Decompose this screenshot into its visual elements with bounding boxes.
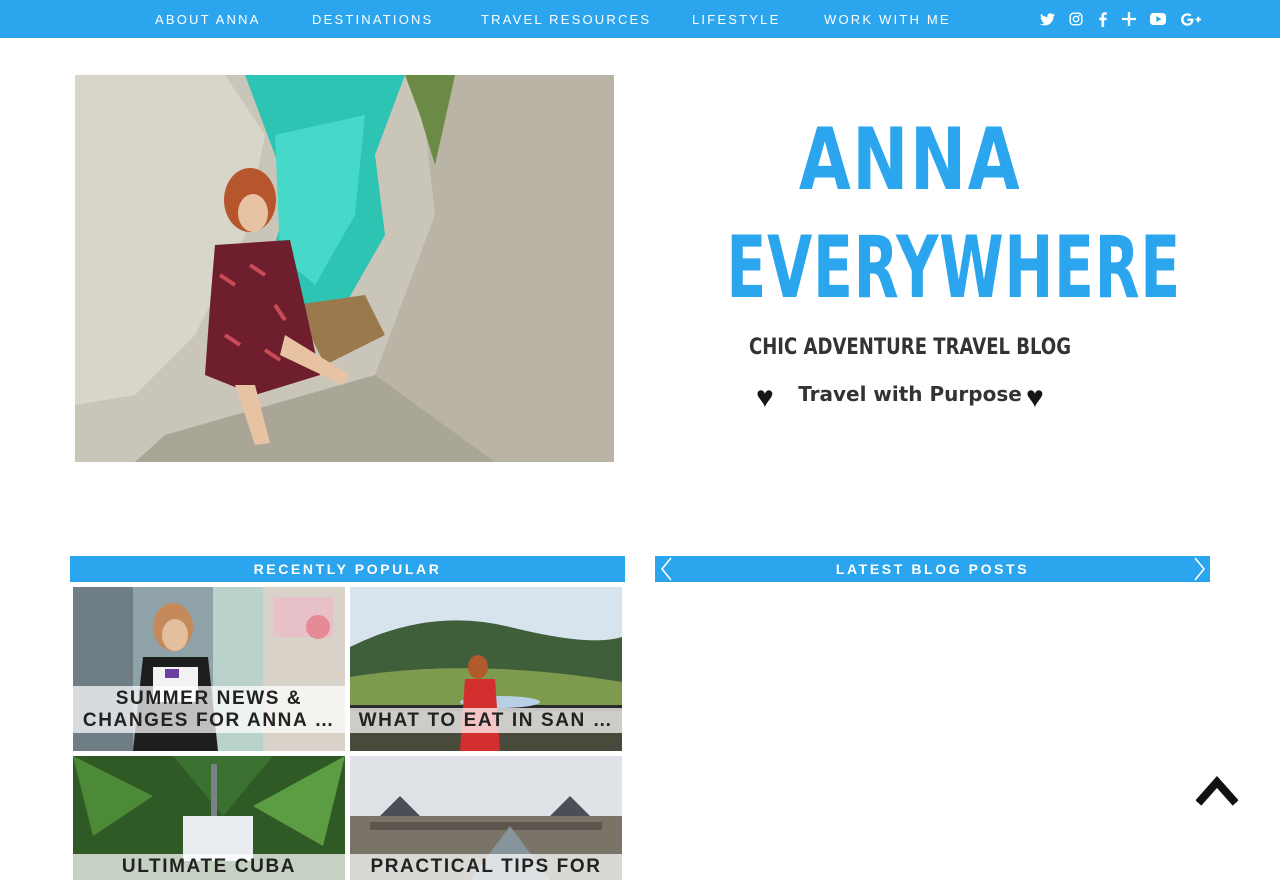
bloglovin-icon[interactable] <box>1119 9 1139 29</box>
carousel-next-icon[interactable] <box>1190 556 1210 582</box>
twitter-icon[interactable] <box>1037 9 1057 29</box>
popular-post-title: PRACTICAL TIPS FOR <box>350 854 622 880</box>
popular-post-tile[interactable]: PRACTICAL TIPS FOR <box>350 756 622 880</box>
popular-post-tile[interactable]: SUMMER NEWS & CHANGES FOR ANNA … <box>73 587 345 751</box>
nav-destinations[interactable]: DESTINATIONS <box>312 12 434 27</box>
logo-tagline: CHIC ADVENTURE TRAVEL BLOG <box>748 335 1072 360</box>
hero-photo <box>75 75 614 462</box>
latest-blog-posts-heading: LATEST BLOG POSTS <box>655 556 1210 582</box>
popular-post-title: ULTIMATE CUBA <box>73 854 345 880</box>
popular-post-title-line: CHANGES FOR ANNA … <box>82 710 336 731</box>
logo-title-line-2: EVERYWHERE <box>726 218 1181 318</box>
logo-title-line-1: ANNA <box>798 110 1022 210</box>
google-plus-icon[interactable] <box>1181 9 1201 29</box>
nav-about-anna[interactable]: ABOUT ANNA <box>155 12 261 27</box>
popular-post-title-line: ULTIMATE CUBA <box>121 856 297 877</box>
popular-post-title: WHAT TO EAT IN SAN … <box>350 708 622 733</box>
chevron-up-icon <box>1195 775 1239 806</box>
popular-post-tile[interactable]: ULTIMATE CUBA <box>73 756 345 880</box>
carousel-prev-icon[interactable] <box>656 556 676 582</box>
popular-post-title-line: WHAT TO EAT IN SAN … <box>358 710 614 731</box>
popular-post-title-line: PRACTICAL TIPS FOR <box>370 856 602 877</box>
nav-travel-resources[interactable]: TRAVEL RESOURCES <box>481 12 651 27</box>
back-to-top-button[interactable] <box>1195 772 1239 806</box>
heart-icon: ♥ <box>1026 381 1044 414</box>
top-navbar: ABOUT ANNA DESTINATIONS TRAVEL RESOURCES… <box>0 0 1280 38</box>
youtube-icon[interactable] <box>1148 9 1168 29</box>
nav-work-with-me[interactable]: WORK WITH ME <box>824 12 951 27</box>
recently-popular-heading: RECENTLY POPULAR <box>70 556 625 582</box>
facebook-icon[interactable] <box>1093 9 1113 29</box>
popular-post-title-line: SUMMER NEWS & <box>115 688 303 709</box>
logo-motto: Travel with Purpose <box>798 382 1022 406</box>
instagram-icon[interactable] <box>1066 9 1086 29</box>
popular-post-title: SUMMER NEWS & CHANGES FOR ANNA … <box>73 686 345 733</box>
popular-post-tile[interactable]: WHAT TO EAT IN SAN … <box>350 587 622 751</box>
site-logo[interactable]: ANNA EVERYWHERE CHIC ADVENTURE TRAVEL BL… <box>640 90 1200 450</box>
nav-lifestyle[interactable]: LIFESTYLE <box>692 12 780 27</box>
